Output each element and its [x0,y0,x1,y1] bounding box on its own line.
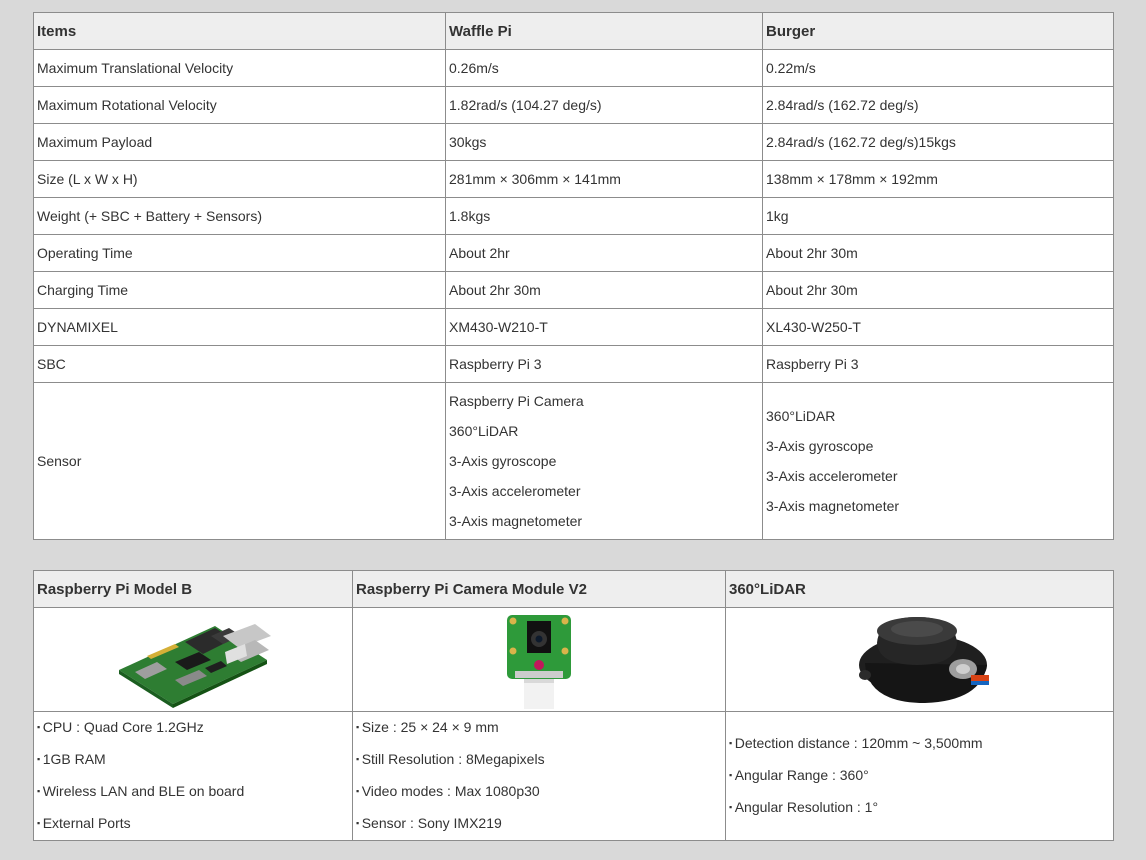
header-lidar: 360°LiDAR [725,570,1114,608]
raspberry-pi-features: CPU : Quad Core 1.2GHz 1GB RAM Wireless … [33,711,353,841]
waffle-value: 1.82rad/s (104.27 deg/s) [445,86,763,124]
feature-item: Detection distance : 120mm ~ 3,500mm [729,728,1110,760]
burger-value: 2.84rad/s (162.72 deg/s) [762,86,1114,124]
table-row: Maximum Rotational Velocity 1.82rad/s (1… [33,86,1114,124]
sensor-item: Raspberry Pi Camera [449,393,584,409]
burger-value: Raspberry Pi 3 [762,345,1114,383]
feature-item: Video modes : Max 1080p30 [356,776,722,808]
row-label: Maximum Translational Velocity [33,49,446,87]
feature-item: Angular Range : 360° [729,760,1110,792]
feature-item: Wireless LAN and BLE on board [37,776,349,808]
sensor-item: 3-Axis magnetometer [766,498,900,514]
table-row: DYNAMIXEL XM430-W210-T XL430-W250-T [33,308,1114,346]
waffle-value: 30kgs [445,123,763,161]
feature-item: Angular Resolution : 1° [729,792,1110,824]
waffle-value: 281mm × 306mm × 141mm [445,160,763,198]
burger-value: About 2hr 30m [762,271,1114,309]
table-row: Operating Time About 2hr About 2hr 30m [33,234,1114,272]
row-label: Size (L x W x H) [33,160,446,198]
feature-item: Size : 25 × 24 × 9 mm [356,712,722,744]
waffle-value: 0.26m/s [445,49,763,87]
sensor-item: 3-Axis accelerometer [449,483,581,499]
row-label: Maximum Payload [33,123,446,161]
table-row: Maximum Translational Velocity 0.26m/s 0… [33,49,1114,87]
sensor-item: 3-Axis gyroscope [449,453,557,469]
table-row: Charging Time About 2hr 30m About 2hr 30… [33,271,1114,309]
image-row [33,607,1114,712]
waffle-value: Raspberry Pi 3 [445,345,763,383]
header-burger: Burger [762,12,1114,50]
waffle-sensor-list: Raspberry Pi Camera 360°LiDAR 3-Axis gyr… [445,382,763,540]
header-raspberry-pi: Raspberry Pi Model B [33,570,353,608]
table-row: Maximum Payload 30kgs 2.84rad/s (162.72 … [33,123,1114,161]
sensor-item: 3-Axis accelerometer [766,468,898,484]
parts-table: Raspberry Pi Model B Raspberry Pi Camera… [33,570,1114,841]
row-label: Charging Time [33,271,446,309]
row-label: DYNAMIXEL [33,308,446,346]
row-label: Operating Time [33,234,446,272]
burger-value: 138mm × 178mm × 192mm [762,160,1114,198]
waffle-value: 1.8kgs [445,197,763,235]
sensor-row: Sensor Raspberry Pi Camera 360°LiDAR 3-A… [33,382,1114,540]
burger-value: About 2hr 30m [762,234,1114,272]
table-header-row: Raspberry Pi Model B Raspberry Pi Camera… [33,570,1114,608]
table-row: Size (L x W x H) 281mm × 306mm × 141mm 1… [33,160,1114,198]
table-row: SBC Raspberry Pi 3 Raspberry Pi 3 [33,345,1114,383]
row-label: Weight (+ SBC + Battery + Sensors) [33,197,446,235]
burger-value: XL430-W250-T [762,308,1114,346]
spec-comparison-table: Items Waffle Pi Burger Maximum Translati… [33,12,1114,540]
waffle-value: XM430-W210-T [445,308,763,346]
row-label: Maximum Rotational Velocity [33,86,446,124]
header-items: Items [33,12,446,50]
sensor-item: 360°LiDAR [449,423,519,439]
waffle-value: About 2hr [445,234,763,272]
sensor-item: 3-Axis gyroscope [766,438,874,454]
feature-item: 1GB RAM [37,744,349,776]
burger-value: 2.84rad/s (162.72 deg/s)15kgs [762,123,1114,161]
feature-item: Still Resolution : 8Megapixels [356,744,722,776]
row-label: Sensor [33,382,446,540]
burger-sensor-list: 360°LiDAR 3-Axis gyroscope 3-Axis accele… [762,382,1114,540]
feature-item: Sensor : Sony IMX219 [356,808,722,840]
waffle-value: About 2hr 30m [445,271,763,309]
camera-module-features: Size : 25 × 24 × 9 mm Still Resolution :… [352,711,726,841]
sensor-item: 3-Axis magnetometer [449,513,583,529]
raspberry-pi-board-image [119,623,271,708]
table-header-row: Items Waffle Pi Burger [33,12,1114,50]
features-row: CPU : Quad Core 1.2GHz 1GB RAM Wireless … [33,711,1114,841]
burger-value: 0.22m/s [762,49,1114,87]
camera-module-image [507,614,571,709]
burger-value: 1kg [762,197,1114,235]
table-row: Weight (+ SBC + Battery + Sensors) 1.8kg… [33,197,1114,235]
sensor-item: 360°LiDAR [766,408,836,424]
header-camera-module: Raspberry Pi Camera Module V2 [352,570,726,608]
row-label: SBC [33,345,446,383]
feature-item: CPU : Quad Core 1.2GHz [37,712,349,744]
lidar-features: Detection distance : 120mm ~ 3,500mm Ang… [725,711,1114,841]
feature-item: External Ports [37,808,349,840]
header-waffle-pi: Waffle Pi [445,12,763,50]
lidar-image [858,616,989,703]
